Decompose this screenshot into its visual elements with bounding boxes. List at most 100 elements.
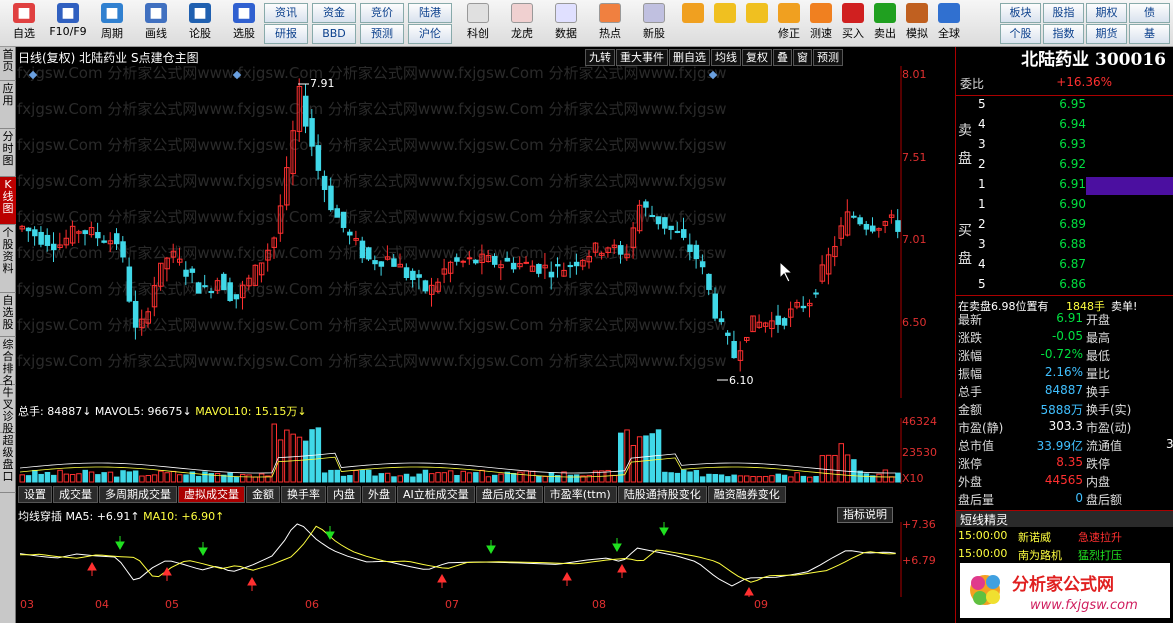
up-arrow-tool[interactable] bbox=[742, 3, 772, 44]
candle bbox=[882, 220, 889, 234]
left-tab[interactable]: 自选股 bbox=[0, 293, 16, 337]
f10-tool[interactable]: ■ F10/F9 bbox=[48, 3, 88, 44]
candle bbox=[498, 260, 504, 281]
tool-label: 测速 bbox=[810, 27, 832, 40]
indicator-help-button[interactable]: 指标说明 bbox=[837, 507, 893, 523]
forum-tool[interactable]: ■ 论股 bbox=[180, 3, 220, 44]
sell-arrow-icon bbox=[198, 542, 208, 557]
left-tab[interactable]: 个股资料 bbox=[0, 225, 16, 293]
toolbar-button[interactable]: 沪伦 bbox=[408, 24, 452, 44]
hammer-tool[interactable]: 模拟 bbox=[902, 3, 932, 44]
indicator-tab[interactable]: 融资融券变化 bbox=[707, 486, 786, 503]
indicator-tab[interactable]: AI立桩成交量 bbox=[397, 486, 475, 503]
toolbar-button[interactable]: 陆港 bbox=[408, 3, 452, 23]
left-tab[interactable]: K线图 bbox=[0, 177, 16, 225]
toolbar-right-button[interactable]: 期权 bbox=[1086, 3, 1127, 23]
stat-row: 涨跌 -0.05 最高 bbox=[956, 329, 1173, 349]
dragon-tiger-tool[interactable]: 龙虎 bbox=[502, 3, 542, 44]
volume-bar bbox=[744, 475, 750, 483]
weibi-value: +16.36% bbox=[1056, 75, 1112, 89]
pe-data-tool[interactable]: 数据 bbox=[546, 3, 586, 44]
indicator-tab[interactable]: 设置 bbox=[18, 486, 52, 503]
chart-button[interactable]: 叠 bbox=[773, 49, 792, 66]
chart-button[interactable]: 复权 bbox=[742, 49, 772, 66]
toolbar-button[interactable]: 资金 bbox=[312, 3, 356, 23]
candle bbox=[895, 209, 901, 239]
toolbar-right-button[interactable]: 个股 bbox=[1000, 24, 1041, 44]
indicator-tab[interactable]: 内盘 bbox=[327, 486, 361, 503]
kechuang-tool[interactable]: 科创 bbox=[458, 3, 498, 44]
candle bbox=[561, 262, 567, 277]
toolbar-right-button[interactable]: 债 bbox=[1129, 3, 1170, 23]
pencil-tool[interactable]: ■ 画线 bbox=[136, 3, 176, 44]
toolbar-button[interactable]: 预测 bbox=[360, 24, 404, 44]
sell-tool[interactable]: 卖出 bbox=[870, 3, 900, 44]
hot-tool[interactable]: 热点 bbox=[590, 3, 630, 44]
chart-button[interactable]: 删自选 bbox=[669, 49, 710, 66]
chart-button[interactable]: 均线 bbox=[711, 49, 741, 66]
volume-bar bbox=[32, 469, 38, 483]
indicator-tab[interactable]: 盘后成交量 bbox=[475, 486, 543, 503]
clock-tool[interactable]: ■ 周期 bbox=[92, 3, 132, 44]
chart-button[interactable]: 窗 bbox=[793, 49, 812, 66]
back-arrow-tool[interactable] bbox=[710, 3, 740, 44]
candle bbox=[750, 315, 756, 333]
buy-tool[interactable]: 买入 bbox=[838, 3, 868, 44]
left-tab[interactable]: 综合排名 bbox=[0, 337, 16, 387]
globe-tool[interactable]: 全球 bbox=[934, 3, 964, 44]
toolbar-button[interactable]: 研报 bbox=[264, 24, 308, 44]
volume-bar bbox=[126, 471, 133, 483]
stat-label: 市盈(静) bbox=[958, 421, 1004, 435]
volume-bar bbox=[668, 472, 674, 483]
toolbar-right-button[interactable]: 基 bbox=[1129, 24, 1170, 44]
date-label: 03 bbox=[20, 598, 34, 611]
volume-bar bbox=[19, 474, 25, 483]
indicator-tab[interactable]: 虚拟成交量 bbox=[178, 486, 245, 503]
left-tab[interactable]: 首页 bbox=[0, 47, 16, 81]
toolbar-right-button[interactable]: 板块 bbox=[1000, 3, 1041, 23]
toolbar-button[interactable]: 竞价 bbox=[360, 3, 404, 23]
indicator-tab[interactable]: 外盘 bbox=[362, 486, 396, 503]
ipo-tool[interactable]: 新股 bbox=[634, 3, 674, 44]
indicator-tab[interactable]: 陆股通持股变化 bbox=[617, 486, 707, 503]
toolbar-button[interactable]: BBD bbox=[312, 24, 356, 44]
date-label: 05 bbox=[165, 598, 179, 611]
short-stock[interactable]: 新诺威 bbox=[1018, 529, 1051, 545]
candle bbox=[473, 259, 479, 265]
stat-value: -0.05 bbox=[1051, 329, 1083, 343]
left-tab[interactable]: 超级盘口 bbox=[0, 433, 16, 493]
ask-row: 2 6.92 bbox=[956, 157, 1173, 177]
indicator-tab[interactable]: 金额 bbox=[246, 486, 280, 503]
volume-bar bbox=[762, 475, 769, 483]
short-stock[interactable]: 南为路机 bbox=[1018, 547, 1062, 563]
chart-button[interactable]: 预测 bbox=[813, 49, 843, 66]
left-tab[interactable]: 应用 bbox=[0, 81, 16, 129]
ask-price: 6.95 bbox=[1059, 97, 1086, 111]
candlestick-chart[interactable]: fxjgsw.Com 分析家公式网www.fxjgsw.Com 分析家公式网ww… bbox=[17, 66, 902, 398]
star-tool[interactable]: ■ 自选 bbox=[4, 3, 44, 44]
vol-ma5: MAVOL5: 96675↓ bbox=[94, 405, 192, 418]
volume-bar bbox=[454, 474, 460, 483]
chart-button[interactable]: 重大事件 bbox=[616, 49, 668, 66]
indicator-tab[interactable]: 成交量 bbox=[53, 486, 98, 503]
indicator-tab[interactable]: 多周期成交量 bbox=[99, 486, 177, 503]
windows-tool[interactable] bbox=[678, 3, 708, 44]
candle bbox=[838, 217, 844, 246]
toolbar-right-button[interactable]: 期货 bbox=[1086, 24, 1127, 44]
chart-select-tool[interactable]: ■ 选股 bbox=[224, 3, 264, 44]
left-tab[interactable]: 分时图 bbox=[0, 129, 16, 177]
indicator-tabs: 设置 成交量 多周期成交量 虚拟成交量 金额 换手率 内盘 外盘 AI立桩成交量 盘后成交量 市盈率… bbox=[18, 486, 787, 503]
chart-button[interactable]: 九转 bbox=[585, 49, 615, 66]
short-event: 急速拉升 bbox=[1078, 531, 1122, 544]
toolbar-right-button[interactable]: 股指 bbox=[1043, 3, 1084, 23]
stat-row: 总市值 33.99亿 流通值 3 bbox=[956, 437, 1173, 457]
sell-arrow-icon bbox=[115, 536, 125, 551]
toolbar-right-button[interactable]: 指数 bbox=[1043, 24, 1084, 44]
indicator-tab[interactable]: 换手率 bbox=[281, 486, 326, 503]
indicator-tab[interactable]: 市盈率(ttm) bbox=[543, 486, 617, 503]
speed-tool[interactable]: 测速 bbox=[806, 3, 836, 44]
toolbar-button[interactable]: 资讯 bbox=[264, 3, 308, 23]
fix-tool[interactable]: 修正 bbox=[774, 3, 804, 44]
stat-value: 5888万 bbox=[1040, 403, 1083, 417]
left-tab[interactable]: 牛叉诊股 bbox=[0, 385, 16, 435]
